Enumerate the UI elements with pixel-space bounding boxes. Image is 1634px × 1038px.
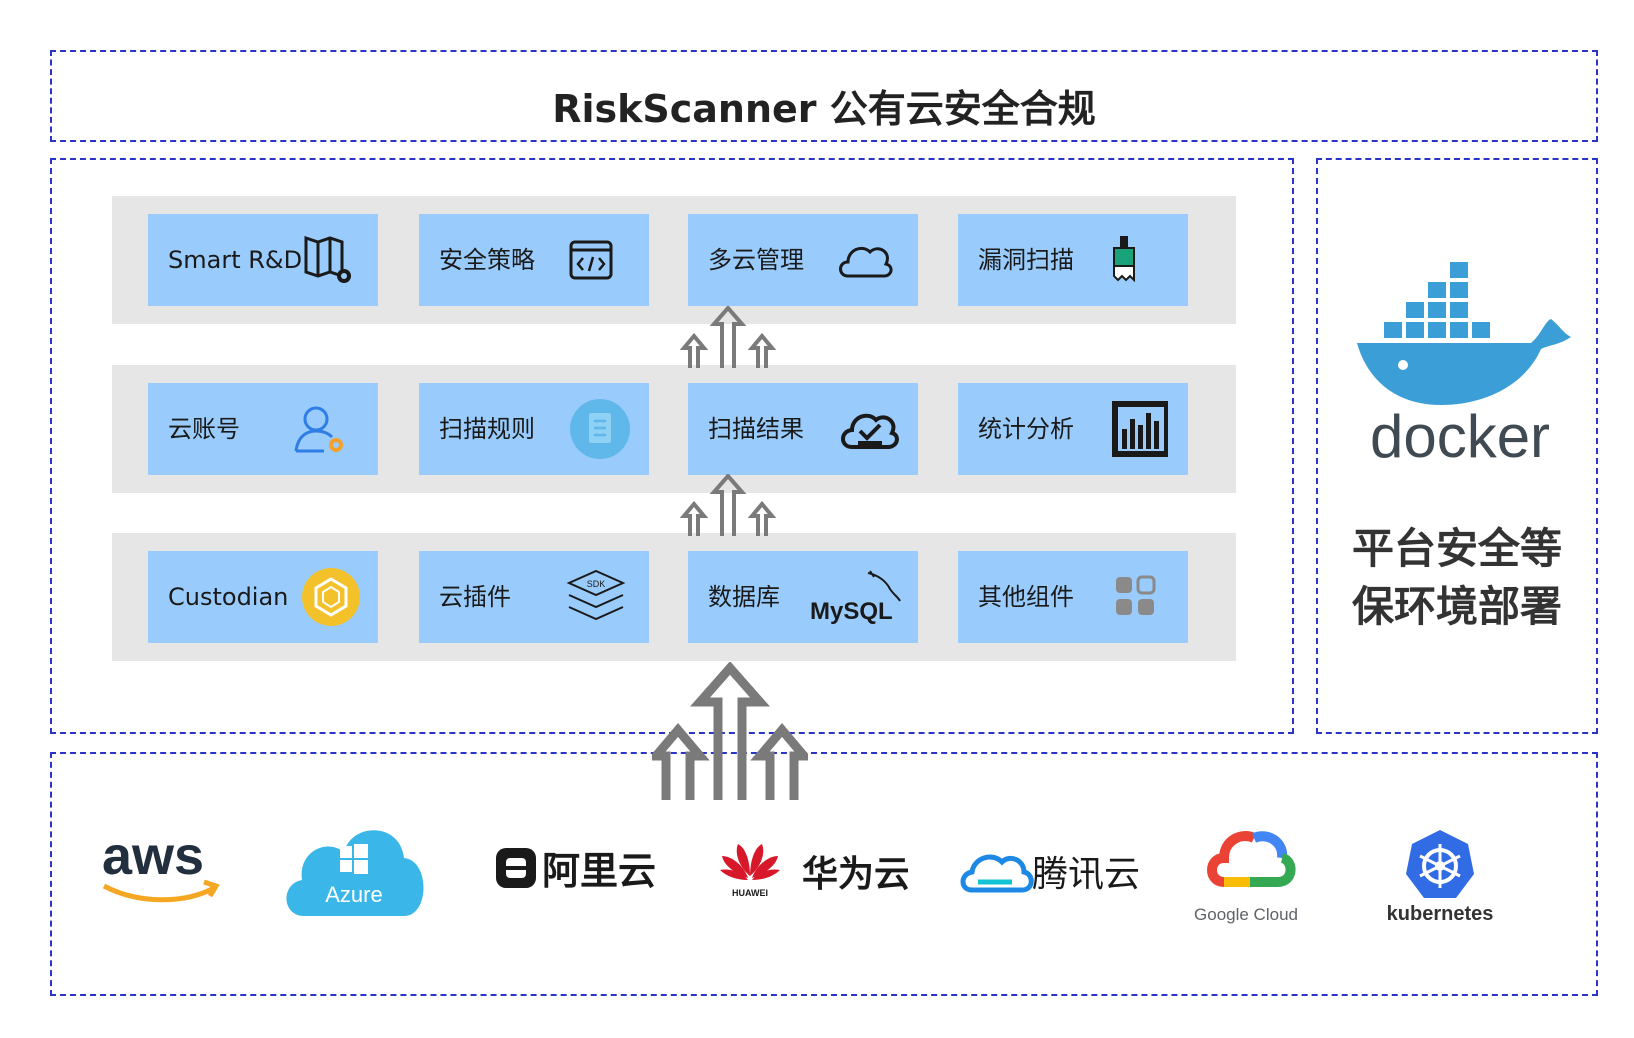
card-database: 数据库 MySQL — [688, 551, 918, 643]
up-arrows-icon — [679, 474, 777, 536]
bar-chart-icon — [1112, 401, 1168, 457]
google-cloud-logo: Google Cloud — [1194, 831, 1298, 924]
up-arrows-icon — [679, 306, 777, 368]
google-cloud-text: Google Cloud — [1194, 905, 1298, 924]
kubernetes-logo: kubernetes — [1387, 830, 1494, 925]
azure-logo: Azure — [286, 830, 424, 916]
card-label: 其他组件 — [978, 583, 1074, 611]
cloud-icon — [839, 246, 893, 278]
docker-caption-line-1: 平台安全等 — [1351, 524, 1562, 573]
grid-blocks-icon — [1116, 575, 1156, 615]
card-label: 统计分析 — [978, 415, 1074, 443]
huawei-logo: HUAWEI 华为云 — [720, 844, 908, 898]
card-security-policy: 安全策略 — [419, 214, 649, 306]
document-circle-icon — [570, 399, 630, 459]
card-scan-rules: 扫描规则 — [419, 383, 649, 475]
card-label: 安全策略 — [439, 246, 535, 274]
docker-caption: 平台安全等 保环境部署 — [1316, 520, 1598, 636]
up-arrows-large-icon — [652, 662, 808, 800]
code-window-icon — [569, 240, 613, 280]
card-cloud-account: 云账号 — [148, 383, 378, 475]
card-statistics: 统计分析 — [958, 383, 1188, 475]
kubernetes-text: kubernetes — [1387, 903, 1494, 925]
docker-logo: docker — [1357, 260, 1571, 465]
card-label: 云账号 — [168, 415, 240, 443]
tencent-text: 腾讯云 — [1032, 854, 1140, 895]
card-label: 扫描规则 — [439, 415, 535, 443]
card-smart-rd: Smart R&D — [148, 214, 378, 306]
tencent-cloud-logo: 腾讯云 — [960, 854, 1140, 895]
sdk-text: SDK — [587, 579, 606, 589]
layer-row-2: 云账号 扫描规则 扫描结果 统计分析 — [112, 365, 1236, 493]
card-label: Custodian — [168, 583, 289, 611]
azure-text: Azure — [325, 882, 382, 907]
card-other-components: 其他组件 — [958, 551, 1188, 643]
map-gear-icon — [304, 235, 351, 283]
cloud-check-icon — [841, 413, 899, 449]
docker-caption-line-2: 保环境部署 — [1351, 582, 1562, 631]
card-label: 数据库 — [708, 583, 780, 611]
card-multi-cloud: 多云管理 — [688, 214, 918, 306]
huawei-text: 华为云 — [802, 854, 908, 895]
card-scan-results: 扫描结果 — [688, 383, 918, 475]
card-cloud-plugin: 云插件 SDK — [419, 551, 649, 643]
custodian-badge-icon — [302, 568, 360, 626]
aws-text: aws — [102, 828, 204, 886]
page-title: RiskScanner 公有云安全合规 — [552, 87, 1096, 131]
layer-row-1: Smart R&D 安全策略 多云管理 漏洞扫描 — [112, 196, 1236, 324]
mysql-logo-icon: MySQL — [810, 570, 901, 625]
aliyun-text: 阿里云 — [542, 849, 656, 893]
aws-logo: aws — [102, 828, 220, 903]
card-label: 漏洞扫描 — [978, 246, 1074, 274]
title-box: RiskScanner 公有云安全合规 — [50, 50, 1598, 142]
card-vuln-scan: 漏洞扫描 — [958, 214, 1188, 306]
card-label: 扫描结果 — [708, 415, 804, 443]
layer-row-3: Custodian 云插件 SDK 数据库 MySQL 其他组件 — [112, 533, 1236, 661]
card-label: 多云管理 — [708, 246, 804, 274]
paint-brush-icon — [1113, 236, 1135, 283]
user-gear-icon — [294, 406, 343, 453]
mysql-text: MySQL — [810, 598, 893, 625]
card-label: Smart R&D — [168, 246, 303, 274]
card-label: 云插件 — [439, 583, 511, 611]
docker-wordmark: docker — [1370, 403, 1550, 465]
aliyun-logo: 阿里云 — [496, 848, 656, 893]
sdk-layers-icon: SDK — [566, 569, 626, 621]
card-custodian: Custodian — [148, 551, 378, 643]
huawei-small-text: HUAWEI — [732, 888, 768, 898]
